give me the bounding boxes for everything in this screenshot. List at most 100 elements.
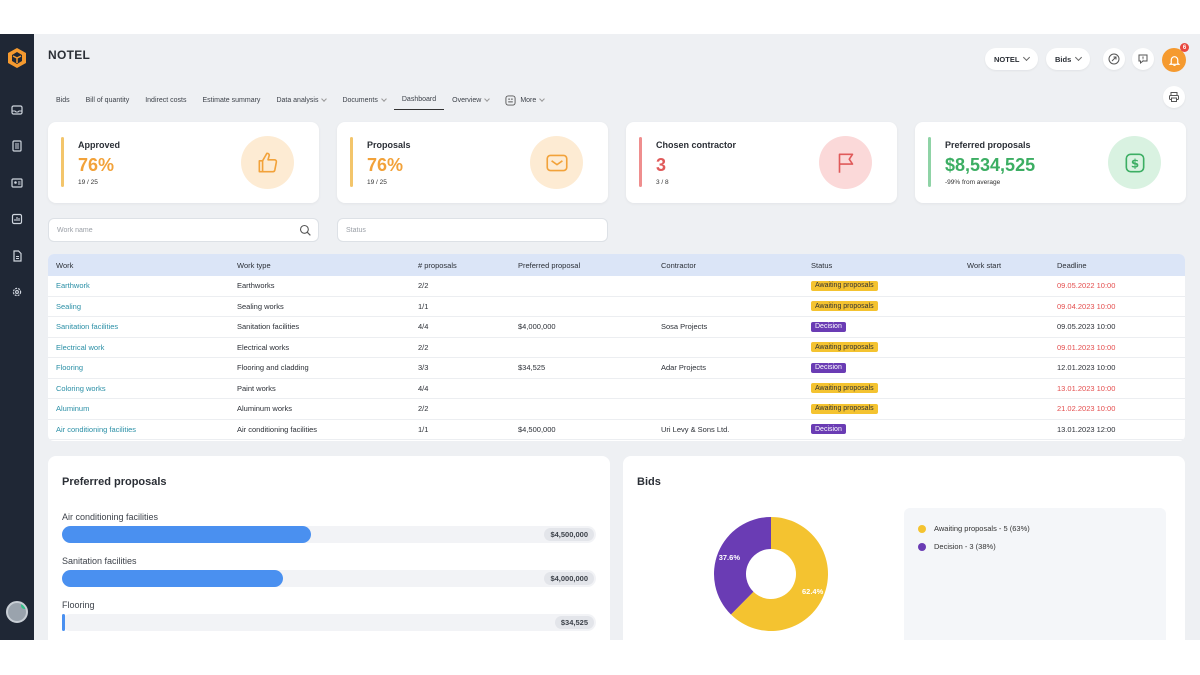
- column-header-status[interactable]: Status: [811, 254, 832, 276]
- cell-preferred-proposal: $34,525: [518, 358, 545, 378]
- works-table: Work Work type # proposals Preferred pro…: [48, 254, 1185, 441]
- table-row[interactable]: Flooring Flooring and cladding 3/3 $34,525 A…: [48, 358, 1185, 379]
- cell-proposals-text: 2/2: [418, 404, 429, 414]
- cell-deadline: 13.01.2023 12:00: [1057, 420, 1115, 440]
- tab-documents[interactable]: Documents: [334, 90, 393, 110]
- work-name-input[interactable]: [57, 226, 292, 234]
- card-sub: 19 / 25: [367, 179, 387, 186]
- cell-work-text[interactable]: Flooring: [56, 363, 83, 372]
- cell-work-type: Earthworks: [237, 276, 275, 296]
- card-title: Preferred proposals: [945, 140, 1031, 150]
- cell-work[interactable]: Flooring: [56, 358, 83, 378]
- cell-work[interactable]: Electrical work: [56, 338, 104, 358]
- cell-proposals-text: 4/4: [418, 322, 429, 332]
- tab-bill-of-quantity[interactable]: Bill of quantity: [78, 90, 138, 110]
- bar-track: $4,000,000: [62, 570, 596, 587]
- cell-proposals-text: 3/3: [418, 363, 429, 373]
- cell-deadline: 09.01.2023 10:00: [1057, 338, 1115, 358]
- cell-work[interactable]: Coloring works: [56, 379, 106, 399]
- status-badge: Awaiting proposals: [811, 403, 878, 414]
- cell-work-type-text: Electrical works: [237, 342, 290, 352]
- bids-donut-chart: 62.4% 37.6%: [714, 517, 828, 631]
- feedback-button[interactable]: [1132, 48, 1154, 70]
- cell-work[interactable]: Aluminum: [56, 399, 89, 419]
- cell-work-type: Sanitation facilities: [237, 317, 299, 337]
- legend-item-decision[interactable]: Decision - 3 (38%): [918, 542, 996, 551]
- card-approved: Approved 76% 19 / 25: [48, 122, 319, 203]
- search-icon[interactable]: [299, 224, 312, 239]
- cell-work-text[interactable]: Air conditioning facilities: [56, 425, 136, 434]
- tab-dashboard[interactable]: Dashboard: [393, 90, 445, 110]
- cell-deadline-text: 21.02.2023 10:00: [1057, 404, 1116, 414]
- column-header-work[interactable]: Work: [56, 254, 73, 276]
- cell-work-type-text: Flooring and cladding: [237, 363, 309, 373]
- cell-work[interactable]: Sealing: [56, 297, 81, 317]
- table-row[interactable]: Air conditioning facilities Air condition…: [48, 420, 1185, 440]
- cell-deadline-text: 09.05.2022 10:00: [1057, 281, 1116, 291]
- tab-more[interactable]: More: [497, 90, 552, 110]
- project-select[interactable]: NOTEL: [985, 48, 1039, 70]
- status-filter[interactable]: [337, 218, 608, 242]
- column-header-contractor[interactable]: Contractor: [661, 254, 696, 276]
- cell-deadline-text: 09.01.2023 10:00: [1057, 342, 1116, 352]
- cell-work[interactable]: Earthwork: [56, 276, 90, 296]
- building-icon[interactable]: [9, 138, 25, 154]
- status-badge: Awaiting proposals: [811, 301, 878, 312]
- column-header-preferred[interactable]: Preferred proposal: [518, 254, 580, 276]
- cell-proposals: 2/2: [418, 276, 428, 296]
- printer-icon: [1169, 92, 1179, 102]
- cell-work-type: Paint works: [237, 379, 276, 399]
- legend-swatch: [918, 524, 926, 533]
- app-logo-icon[interactable]: [5, 46, 29, 70]
- card-proposals: Proposals 76% 19 / 25: [337, 122, 608, 203]
- cell-contractor-text: Uri Levy & Sons Ltd.: [661, 424, 730, 434]
- card-value: 76%: [367, 155, 404, 175]
- card-chosen-contractor: Chosen contractor 3 3 / 8: [626, 122, 897, 203]
- work-name-search[interactable]: [48, 218, 319, 242]
- tab-indirect-costs[interactable]: Indirect costs: [137, 90, 194, 110]
- bar-fill: [62, 526, 311, 543]
- cell-work[interactable]: Sanitation facilities: [56, 317, 118, 337]
- tab-estimate-summary[interactable]: Estimate summary: [194, 90, 268, 110]
- column-header-proposals[interactable]: # proposals: [418, 254, 457, 276]
- cell-work-text[interactable]: Earthwork: [56, 281, 90, 290]
- table-row[interactable]: Electrical work Electrical works 2/2 Awaiti…: [48, 338, 1185, 358]
- table-row[interactable]: Sealing Sealing works 1/1 Awaiting proposal…: [48, 297, 1185, 317]
- tab-data-analysis[interactable]: Data analysis: [268, 90, 334, 110]
- inbox-icon[interactable]: [9, 102, 25, 118]
- cell-work-text[interactable]: Sanitation facilities: [56, 322, 118, 331]
- column-header-deadline[interactable]: Deadline: [1057, 254, 1087, 276]
- module-select[interactable]: Bids: [1046, 48, 1091, 70]
- print-button[interactable]: [1163, 86, 1185, 108]
- contacts-icon[interactable]: [9, 175, 25, 191]
- cell-work-text[interactable]: Sealing: [56, 302, 81, 311]
- status-badge: Decision: [811, 321, 846, 332]
- cell-work[interactable]: Air conditioning facilities: [56, 420, 136, 440]
- column-header-work-type[interactable]: Work type: [237, 254, 271, 276]
- cell-work-text[interactable]: Coloring works: [56, 384, 106, 393]
- status-input[interactable]: [346, 226, 581, 234]
- column-header-work-start[interactable]: Work start: [967, 254, 1001, 276]
- tab-bids[interactable]: Bids: [48, 90, 78, 110]
- cell-contractor-text: Sosa Projects: [661, 322, 708, 332]
- cell-proposals: 2/2: [418, 338, 428, 358]
- cell-work-text[interactable]: Electrical work: [56, 343, 104, 352]
- table-row[interactable]: Earthwork Earthworks 2/2 Awaiting proposals…: [48, 276, 1185, 297]
- reports-icon[interactable]: [9, 211, 25, 227]
- flag-icon: [819, 136, 872, 189]
- chevron-down-icon: [484, 95, 491, 102]
- table-row[interactable]: Coloring works Paint works 4/4 Awaiting pro…: [48, 379, 1185, 399]
- tab-overview[interactable]: Overview: [444, 90, 497, 110]
- user-avatar[interactable]: [6, 601, 28, 623]
- cell-work-text[interactable]: Aluminum: [56, 404, 89, 413]
- legend-swatch: [918, 542, 926, 551]
- cell-deadline: 13.01.2023 10:00: [1057, 379, 1115, 399]
- legend-item-awaiting[interactable]: Awaiting proposals - 5 (63%): [918, 524, 1030, 533]
- document-icon[interactable]: [9, 248, 25, 264]
- panel-title: Preferred proposals: [62, 476, 167, 488]
- expand-button[interactable]: [1103, 48, 1125, 70]
- settings-icon[interactable]: [9, 284, 25, 300]
- table-row[interactable]: Aluminum Aluminum works 2/2 Awaiting propos…: [48, 399, 1185, 420]
- table-row[interactable]: Sanitation facilities Sanitation faciliti…: [48, 317, 1185, 338]
- chart-legend: Awaiting proposals - 5 (63%) Decision - …: [904, 508, 1166, 640]
